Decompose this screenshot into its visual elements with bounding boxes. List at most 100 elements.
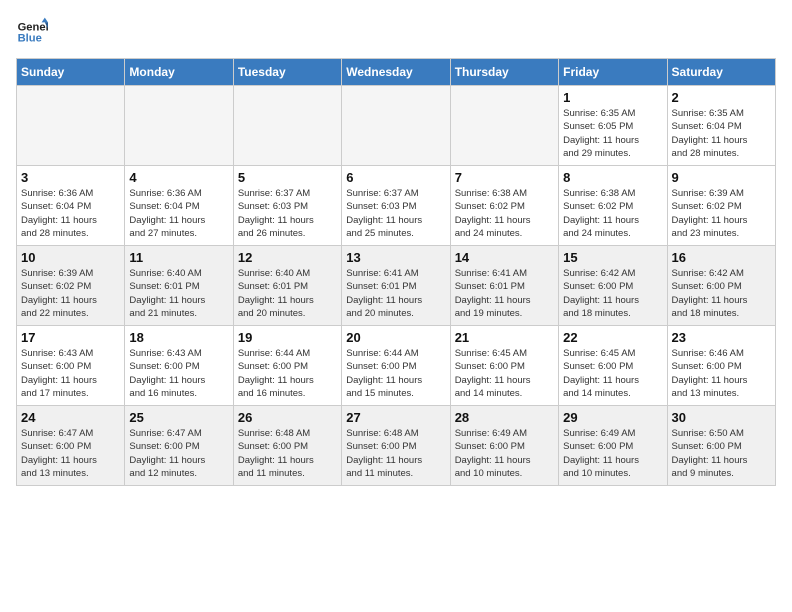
day-info: Sunrise: 6:48 AM Sunset: 6:00 PM Dayligh… [238,427,337,480]
day-number: 17 [21,330,120,345]
calendar-cell: 25 Sunrise: 6:47 AM Sunset: 6:00 PM Dayli… [125,406,233,486]
calendar-cell: 4 Sunrise: 6:36 AM Sunset: 6:04 PM Daylig… [125,166,233,246]
weekday-header-friday: Friday [559,59,667,86]
calendar-cell: 23 Sunrise: 6:46 AM Sunset: 6:00 PM Dayli… [667,326,775,406]
day-info: Sunrise: 6:41 AM Sunset: 6:01 PM Dayligh… [455,267,554,320]
day-info: Sunrise: 6:40 AM Sunset: 6:01 PM Dayligh… [129,267,228,320]
day-info: Sunrise: 6:47 AM Sunset: 6:00 PM Dayligh… [21,427,120,480]
day-number: 24 [21,410,120,425]
calendar-body: 1 Sunrise: 6:35 AM Sunset: 6:05 PM Daylig… [17,86,776,486]
day-info: Sunrise: 6:42 AM Sunset: 6:00 PM Dayligh… [563,267,662,320]
day-info: Sunrise: 6:48 AM Sunset: 6:00 PM Dayligh… [346,427,445,480]
day-number: 21 [455,330,554,345]
calendar-cell: 13 Sunrise: 6:41 AM Sunset: 6:01 PM Dayli… [342,246,450,326]
day-number: 23 [672,330,771,345]
svg-text:General: General [18,21,48,33]
svg-text:Blue: Blue [18,33,42,45]
day-number: 10 [21,250,120,265]
day-number: 26 [238,410,337,425]
calendar-cell [450,86,558,166]
day-info: Sunrise: 6:45 AM Sunset: 6:00 PM Dayligh… [455,347,554,400]
day-info: Sunrise: 6:41 AM Sunset: 6:01 PM Dayligh… [346,267,445,320]
calendar-cell: 16Sunrise: 6:42 AM Sunset: 6:00 PM Dayli… [667,246,775,326]
day-number: 20 [346,330,445,345]
day-info: Sunrise: 6:37 AM Sunset: 6:03 PM Dayligh… [238,187,337,240]
calendar-cell: 26 Sunrise: 6:48 AM Sunset: 6:00 PM Dayli… [233,406,341,486]
day-number: 12 [238,250,337,265]
day-number: 1 [563,90,662,105]
calendar-cell: 6 Sunrise: 6:37 AM Sunset: 6:03 PM Daylig… [342,166,450,246]
calendar-cell: 28 Sunrise: 6:49 AM Sunset: 6:00 PM Dayli… [450,406,558,486]
weekday-header-wednesday: Wednesday [342,59,450,86]
calendar-week-row: 3 Sunrise: 6:36 AM Sunset: 6:04 PM Daylig… [17,166,776,246]
calendar-week-row: 1 Sunrise: 6:35 AM Sunset: 6:05 PM Daylig… [17,86,776,166]
day-number: 11 [129,250,228,265]
calendar-cell [17,86,125,166]
calendar-cell: 21 Sunrise: 6:45 AM Sunset: 6:00 PM Dayli… [450,326,558,406]
day-number: 6 [346,170,445,185]
day-number: 5 [238,170,337,185]
day-info: Sunrise: 6:49 AM Sunset: 6:00 PM Dayligh… [563,427,662,480]
day-number: 29 [563,410,662,425]
calendar-cell [125,86,233,166]
calendar-cell: 14 Sunrise: 6:41 AM Sunset: 6:01 PM Dayli… [450,246,558,326]
calendar-cell: 5 Sunrise: 6:37 AM Sunset: 6:03 PM Daylig… [233,166,341,246]
day-number: 14 [455,250,554,265]
calendar-cell: 8 Sunrise: 6:38 AM Sunset: 6:02 PM Daylig… [559,166,667,246]
weekday-header-sunday: Sunday [17,59,125,86]
day-number: 13 [346,250,445,265]
day-info: Sunrise: 6:35 AM Sunset: 6:04 PM Dayligh… [672,107,771,160]
day-info: Sunrise: 6:39 AM Sunset: 6:02 PM Dayligh… [672,187,771,240]
calendar-cell: 17 Sunrise: 6:43 AM Sunset: 6:00 PM Dayli… [17,326,125,406]
day-info: Sunrise: 6:47 AM Sunset: 6:00 PM Dayligh… [129,427,228,480]
calendar-cell: 29 Sunrise: 6:49 AM Sunset: 6:00 PM Dayli… [559,406,667,486]
weekday-header-monday: Monday [125,59,233,86]
day-info: Sunrise: 6:35 AM Sunset: 6:05 PM Dayligh… [563,107,662,160]
day-number: 16 [672,250,771,265]
calendar-cell: 10Sunrise: 6:39 AM Sunset: 6:02 PM Dayli… [17,246,125,326]
day-number: 22 [563,330,662,345]
day-info: Sunrise: 6:40 AM Sunset: 6:01 PM Dayligh… [238,267,337,320]
day-info: Sunrise: 6:38 AM Sunset: 6:02 PM Dayligh… [563,187,662,240]
day-number: 4 [129,170,228,185]
weekday-header-saturday: Saturday [667,59,775,86]
page-header: General Blue [16,16,776,48]
calendar-cell: 30Sunrise: 6:50 AM Sunset: 6:00 PM Dayli… [667,406,775,486]
day-info: Sunrise: 6:38 AM Sunset: 6:02 PM Dayligh… [455,187,554,240]
day-number: 7 [455,170,554,185]
calendar-cell: 3 Sunrise: 6:36 AM Sunset: 6:04 PM Daylig… [17,166,125,246]
day-number: 8 [563,170,662,185]
day-info: Sunrise: 6:46 AM Sunset: 6:00 PM Dayligh… [672,347,771,400]
day-info: Sunrise: 6:36 AM Sunset: 6:04 PM Dayligh… [21,187,120,240]
calendar-cell: 1 Sunrise: 6:35 AM Sunset: 6:05 PM Daylig… [559,86,667,166]
day-info: Sunrise: 6:37 AM Sunset: 6:03 PM Dayligh… [346,187,445,240]
day-info: Sunrise: 6:49 AM Sunset: 6:00 PM Dayligh… [455,427,554,480]
day-info: Sunrise: 6:45 AM Sunset: 6:00 PM Dayligh… [563,347,662,400]
calendar-cell: 19Sunrise: 6:44 AM Sunset: 6:00 PM Dayli… [233,326,341,406]
calendar-cell: 11 Sunrise: 6:40 AM Sunset: 6:01 PM Dayli… [125,246,233,326]
calendar-week-row: 17 Sunrise: 6:43 AM Sunset: 6:00 PM Dayli… [17,326,776,406]
day-info: Sunrise: 6:36 AM Sunset: 6:04 PM Dayligh… [129,187,228,240]
logo-icon: General Blue [16,16,48,48]
day-number: 3 [21,170,120,185]
weekday-header-thursday: Thursday [450,59,558,86]
calendar-table: SundayMondayTuesdayWednesdayThursdayFrid… [16,58,776,486]
calendar-cell: 18Sunrise: 6:43 AM Sunset: 6:00 PM Dayli… [125,326,233,406]
day-number: 27 [346,410,445,425]
day-number: 9 [672,170,771,185]
calendar-cell: 2 Sunrise: 6:35 AM Sunset: 6:04 PM Daylig… [667,86,775,166]
day-number: 30 [672,410,771,425]
day-number: 28 [455,410,554,425]
calendar-cell: 27 Sunrise: 6:48 AM Sunset: 6:00 PM Dayli… [342,406,450,486]
calendar-header-row: SundayMondayTuesdayWednesdayThursdayFrid… [17,59,776,86]
calendar-cell [342,86,450,166]
calendar-cell: 15Sunrise: 6:42 AM Sunset: 6:00 PM Dayli… [559,246,667,326]
day-number: 25 [129,410,228,425]
day-number: 2 [672,90,771,105]
day-info: Sunrise: 6:43 AM Sunset: 6:00 PM Dayligh… [129,347,228,400]
calendar-week-row: 10Sunrise: 6:39 AM Sunset: 6:02 PM Dayli… [17,246,776,326]
day-info: Sunrise: 6:43 AM Sunset: 6:00 PM Dayligh… [21,347,120,400]
calendar-cell: 24 Sunrise: 6:47 AM Sunset: 6:00 PM Dayli… [17,406,125,486]
day-info: Sunrise: 6:44 AM Sunset: 6:00 PM Dayligh… [346,347,445,400]
calendar-cell: 7 Sunrise: 6:38 AM Sunset: 6:02 PM Daylig… [450,166,558,246]
